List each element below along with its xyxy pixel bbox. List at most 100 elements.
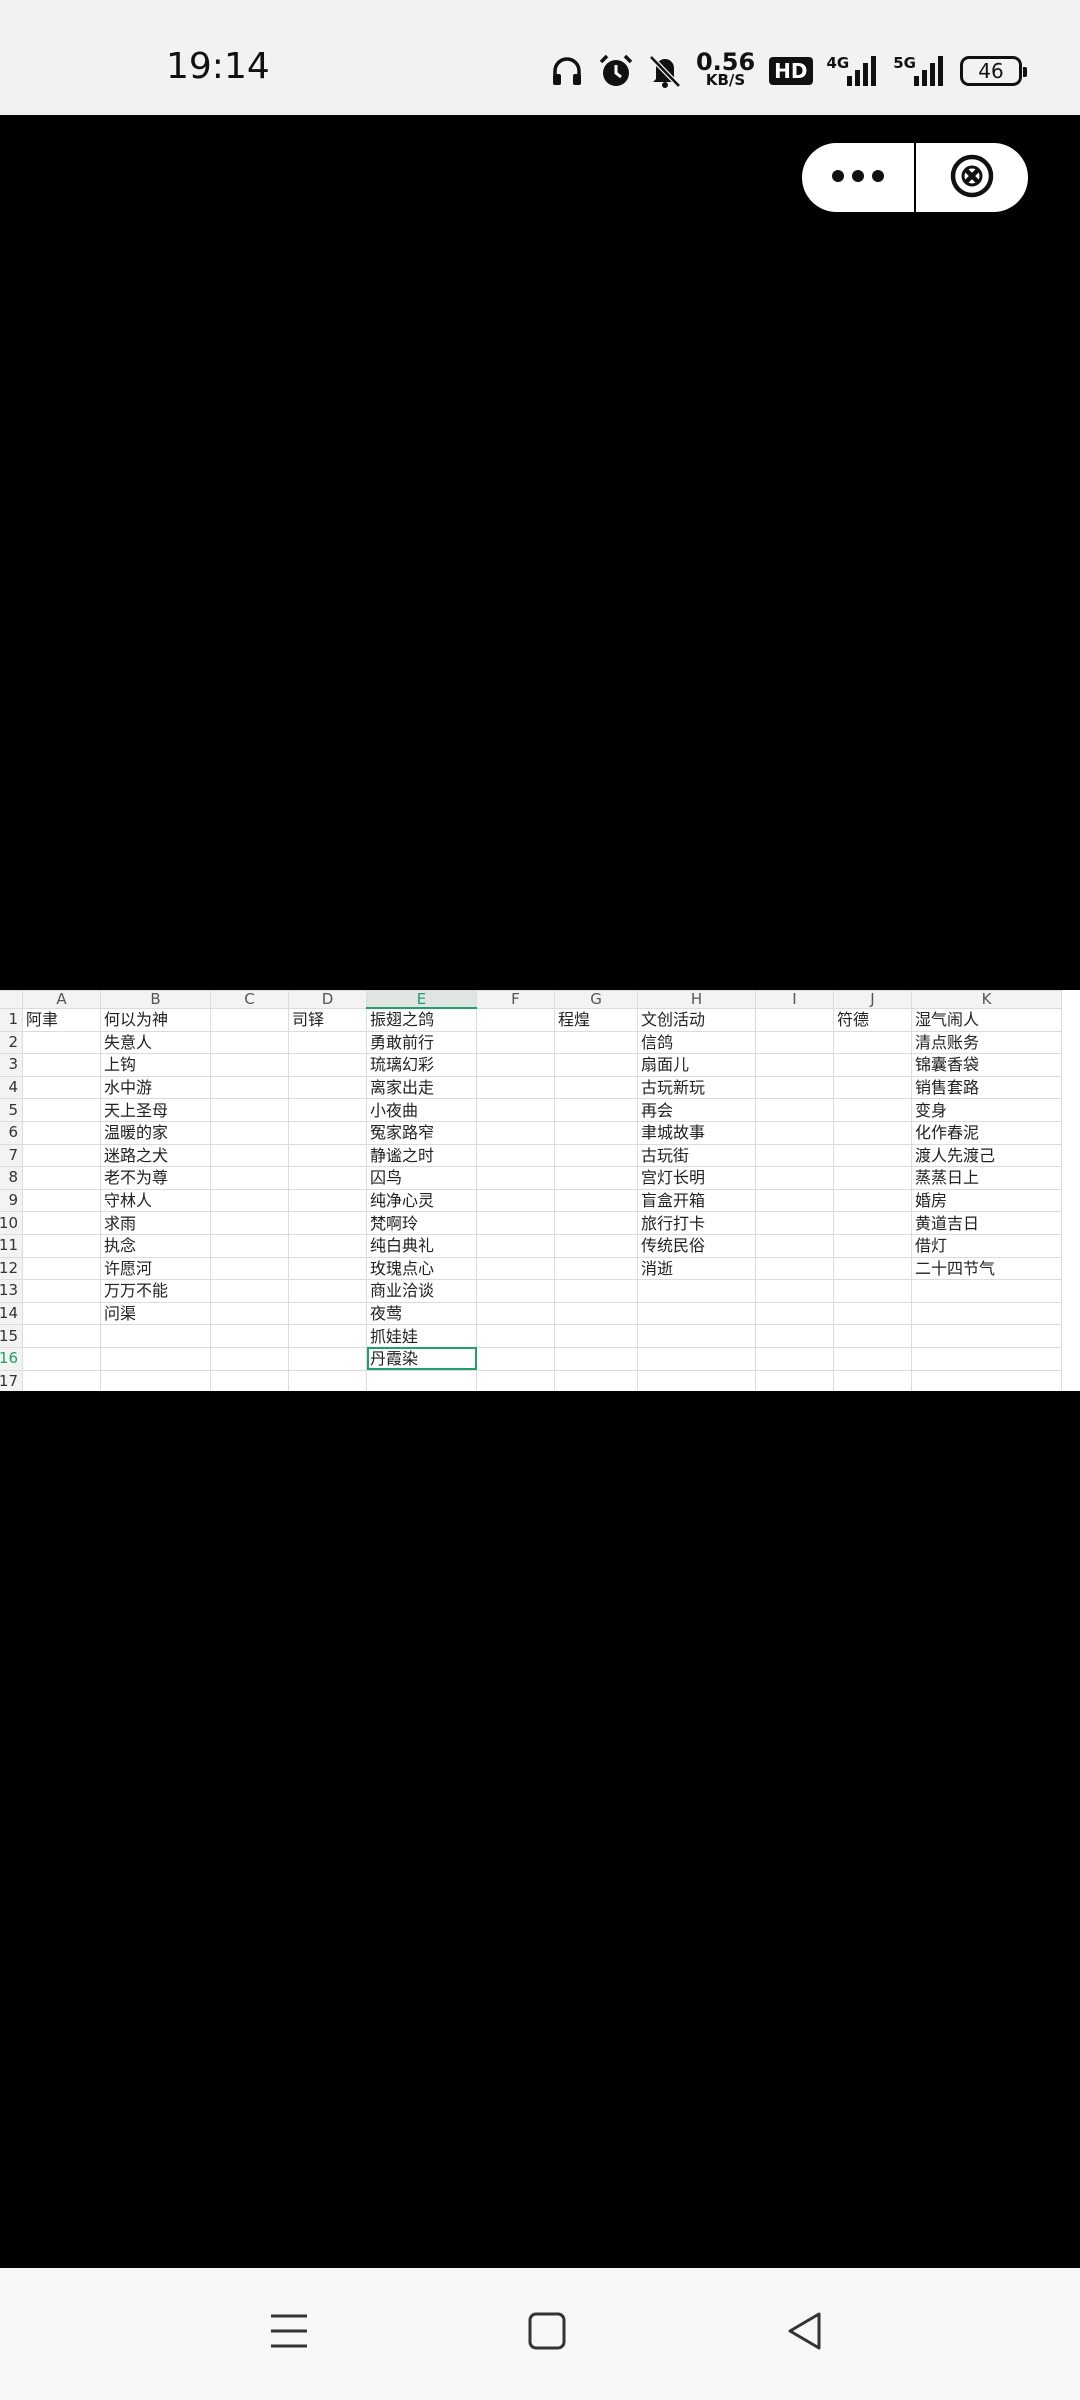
cell-k11[interactable]: 借灯 <box>911 1233 1062 1258</box>
cell-b12[interactable]: 许愿河 <box>100 1256 211 1281</box>
cell-d11[interactable] <box>288 1233 367 1258</box>
active-cell[interactable]: 丹霞染 <box>366 1346 477 1371</box>
cell-d1[interactable]: 司铎 <box>288 1007 367 1032</box>
cell-g9[interactable] <box>554 1188 638 1213</box>
cell-j16[interactable] <box>833 1346 912 1371</box>
cell-e10[interactable]: 梵啊玲 <box>366 1211 477 1235</box>
cell-b5[interactable]: 天上圣母 <box>100 1098 211 1122</box>
cell-f12[interactable] <box>476 1256 555 1281</box>
row-header[interactable]: 10 <box>0 1211 23 1235</box>
cell-h11[interactable]: 传统民俗 <box>637 1233 756 1258</box>
cell-c3[interactable] <box>210 1053 289 1077</box>
cell-d16[interactable] <box>288 1346 367 1371</box>
cell-f14[interactable] <box>476 1301 555 1326</box>
cell-f17[interactable] <box>476 1369 555 1391</box>
cell-k3[interactable]: 锦囊香袋 <box>911 1053 1062 1077</box>
cell-k2[interactable]: 清点账务 <box>911 1030 1062 1055</box>
cell-a12[interactable] <box>22 1256 101 1281</box>
cell-b9[interactable]: 守林人 <box>100 1188 211 1213</box>
row-header[interactable]: 12 <box>0 1256 23 1281</box>
cell-a6[interactable] <box>22 1120 101 1145</box>
cell-j4[interactable] <box>833 1075 912 1100</box>
column-header-d[interactable]: D <box>288 990 367 1009</box>
cell-j13[interactable] <box>833 1279 912 1303</box>
cell-e9[interactable]: 纯净心灵 <box>366 1188 477 1213</box>
cell-i8[interactable] <box>755 1166 834 1190</box>
row-header[interactable]: 13 <box>0 1279 23 1303</box>
cell-k9[interactable]: 婚房 <box>911 1188 1062 1213</box>
cell-h7[interactable]: 古玩街 <box>637 1143 756 1168</box>
cell-g15[interactable] <box>554 1324 638 1348</box>
cell-f11[interactable] <box>476 1233 555 1258</box>
cell-h6[interactable]: 聿城故事 <box>637 1120 756 1145</box>
cell-i16[interactable] <box>755 1346 834 1371</box>
cell-d3[interactable] <box>288 1053 367 1077</box>
cell-b4[interactable]: 水中游 <box>100 1075 211 1100</box>
cell-e12[interactable]: 玫瑰点心 <box>366 1256 477 1281</box>
home-button[interactable] <box>522 2308 572 2358</box>
cell-a5[interactable] <box>22 1098 101 1122</box>
cell-e2[interactable]: 勇敢前行 <box>366 1030 477 1055</box>
cell-f13[interactable] <box>476 1279 555 1303</box>
cell-e17[interactable] <box>366 1369 477 1391</box>
cell-j17[interactable] <box>833 1369 912 1391</box>
cell-c12[interactable] <box>210 1256 289 1281</box>
cell-j5[interactable] <box>833 1098 912 1122</box>
cell-k17[interactable] <box>911 1369 1062 1391</box>
cell-h3[interactable]: 扇面儿 <box>637 1053 756 1077</box>
cell-j14[interactable] <box>833 1301 912 1326</box>
cell-i11[interactable] <box>755 1233 834 1258</box>
row-header[interactable]: 1 <box>0 1007 23 1032</box>
cell-a13[interactable] <box>22 1279 101 1303</box>
cell-a8[interactable] <box>22 1166 101 1190</box>
cell-g17[interactable] <box>554 1369 638 1391</box>
cell-g1[interactable]: 程煌 <box>554 1007 638 1032</box>
row-header[interactable]: 16 <box>0 1346 23 1371</box>
cell-h10[interactable]: 旅行打卡 <box>637 1211 756 1235</box>
column-header-i[interactable]: I <box>755 990 834 1009</box>
cell-e3[interactable]: 琉璃幻彩 <box>366 1053 477 1077</box>
cell-i7[interactable] <box>755 1143 834 1168</box>
cell-a4[interactable] <box>22 1075 101 1100</box>
cell-a9[interactable] <box>22 1188 101 1213</box>
column-header-c[interactable]: C <box>210 990 289 1009</box>
cell-a2[interactable] <box>22 1030 101 1055</box>
cell-d5[interactable] <box>288 1098 367 1122</box>
cell-f10[interactable] <box>476 1211 555 1235</box>
cell-d6[interactable] <box>288 1120 367 1145</box>
column-header-b[interactable]: B <box>100 990 211 1009</box>
cell-b6[interactable]: 温暖的家 <box>100 1120 211 1145</box>
cell-e7[interactable]: 静谧之时 <box>366 1143 477 1168</box>
cell-j12[interactable] <box>833 1256 912 1281</box>
cell-j7[interactable] <box>833 1143 912 1168</box>
cell-b15[interactable] <box>100 1324 211 1348</box>
column-header-j[interactable]: J <box>833 990 912 1009</box>
cell-a11[interactable] <box>22 1233 101 1258</box>
cell-a16[interactable] <box>22 1346 101 1371</box>
cell-g3[interactable] <box>554 1053 638 1077</box>
cell-b2[interactable]: 失意人 <box>100 1030 211 1055</box>
cell-k12[interactable]: 二十四节气 <box>911 1256 1062 1281</box>
cell-c9[interactable] <box>210 1188 289 1213</box>
cell-g14[interactable] <box>554 1301 638 1326</box>
cell-d7[interactable] <box>288 1143 367 1168</box>
cell-f3[interactable] <box>476 1053 555 1077</box>
row-header[interactable]: 6 <box>0 1120 23 1145</box>
cell-k5[interactable]: 变身 <box>911 1098 1062 1122</box>
more-button[interactable] <box>802 143 914 212</box>
row-header[interactable]: 17 <box>0 1369 23 1391</box>
cell-c2[interactable] <box>210 1030 289 1055</box>
cell-f2[interactable] <box>476 1030 555 1055</box>
cell-c13[interactable] <box>210 1279 289 1303</box>
cell-c11[interactable] <box>210 1233 289 1258</box>
column-header-f[interactable]: F <box>476 990 555 1009</box>
cell-i6[interactable] <box>755 1120 834 1145</box>
cell-k15[interactable] <box>911 1324 1062 1348</box>
cell-i15[interactable] <box>755 1324 834 1348</box>
cell-i17[interactable] <box>755 1369 834 1391</box>
cell-g12[interactable] <box>554 1256 638 1281</box>
cell-e15[interactable]: 抓娃娃 <box>366 1324 477 1348</box>
cell-a3[interactable] <box>22 1053 101 1077</box>
row-header[interactable]: 9 <box>0 1188 23 1213</box>
cell-d17[interactable] <box>288 1369 367 1391</box>
